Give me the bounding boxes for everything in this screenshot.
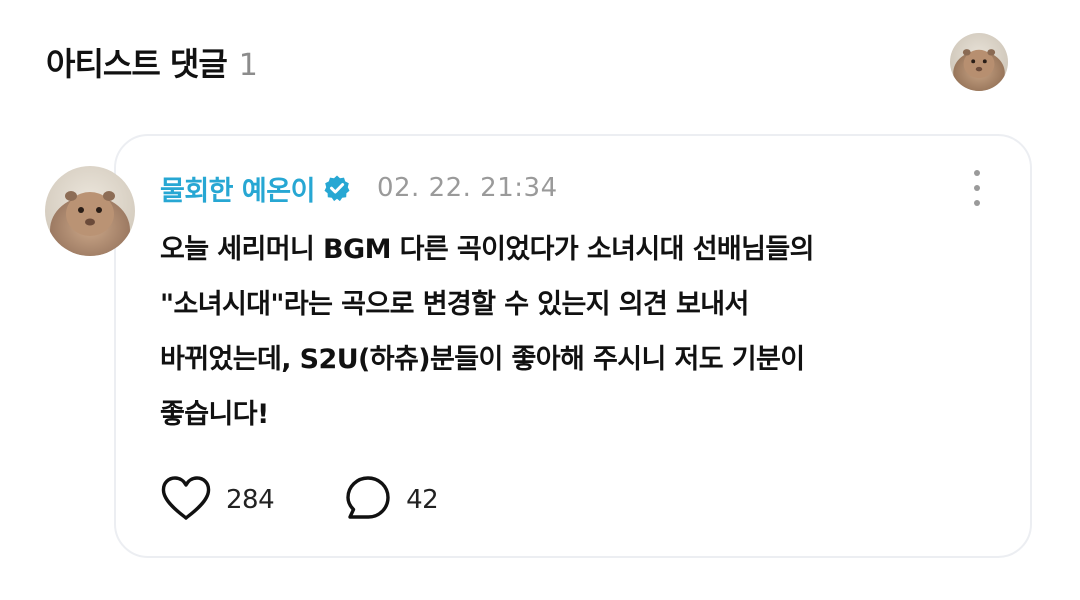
section-header: 아티스트 댓글 1: [46, 32, 1008, 92]
like-count: 284: [226, 485, 275, 515]
like-button[interactable]: 284: [160, 475, 275, 525]
more-vertical-icon: [974, 170, 980, 176]
author-name[interactable]: 물회한 예온이: [160, 169, 315, 208]
heart-outline-icon: [160, 475, 212, 525]
comment-actions: 284 42: [160, 474, 439, 526]
comment-text: 오늘 세리머니 BGM 다른 곡이었다가 소녀시대 선배님들의 "소녀시대"라는…: [160, 234, 814, 430]
reply-count: 42: [406, 485, 439, 515]
verified-badge-icon: [323, 174, 351, 202]
author-avatar[interactable]: [45, 166, 135, 256]
comment-timestamp: 02. 22. 21:34: [376, 173, 558, 203]
speech-bubble-icon: [344, 474, 392, 526]
artist-comments-page: 아티스트 댓글 1 물회한 예온이 02. 22. 21:34 오늘 세리머니 …: [0, 0, 1080, 600]
user-avatar[interactable]: [950, 33, 1008, 91]
section-title: 아티스트 댓글: [46, 45, 228, 83]
header-title-group: 아티스트 댓글 1: [46, 39, 258, 85]
comment-meta: 물회한 예온이 02. 22. 21:34: [160, 166, 558, 210]
more-options-button[interactable]: [962, 170, 992, 206]
reply-button[interactable]: 42: [344, 474, 439, 526]
comment-count: 1: [238, 48, 258, 83]
